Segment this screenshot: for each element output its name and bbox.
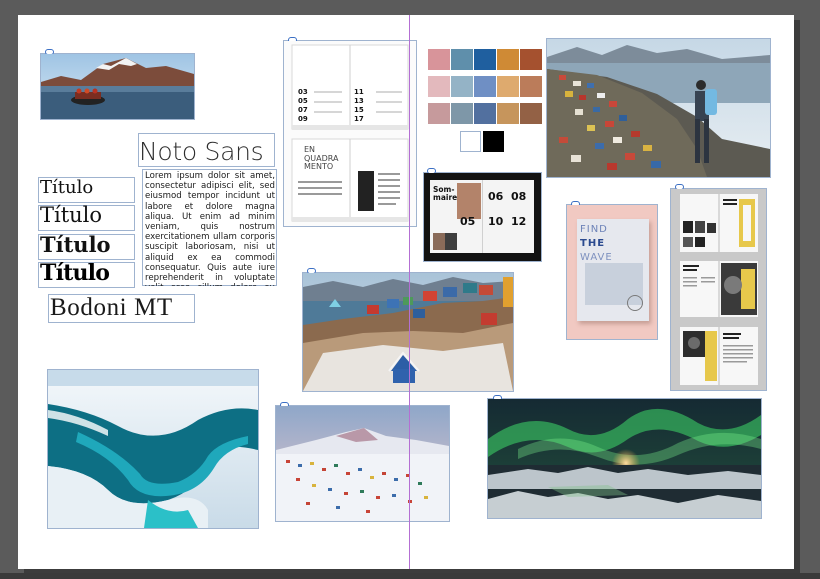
palette-swatch[interactable] [520,76,542,97]
palette-swatch[interactable] [451,103,473,124]
toc-left-numbers: 03 05 07 09 [298,88,308,124]
toc-number: 09 [298,115,308,123]
page-shadow [794,20,800,572]
palette-swatch[interactable] [474,103,496,124]
palette-swatch[interactable] [428,76,450,97]
palette-swatch[interactable] [497,49,519,70]
sommaire-photo [457,183,481,219]
sommaire-number: 05 [460,215,476,228]
font-sample-titulo-regular: Título [40,177,94,198]
mockup-find-the-wave: FIND THE WAVE [567,205,657,339]
photo-zodiac-boat [41,54,194,119]
swatch-black[interactable] [483,131,504,152]
mockup-magazine-spreads [671,189,766,390]
sommaire-title: Som- maire [433,186,457,202]
palette-swatch[interactable] [474,49,496,70]
title-line: WAVE [580,252,613,263]
toc-number: 11 [354,88,364,96]
palette-swatch[interactable] [520,103,542,124]
sommaire-number: 12 [511,215,527,228]
toc-number: 13 [354,97,364,105]
body-text-lorem: Lorem ipsum dolor sit amet, consectetur … [145,171,275,286]
palette-swatch[interactable] [497,76,519,97]
sommaire-number: 06 [488,190,504,203]
font-sample-titulo-bold: Título [40,232,111,257]
font-sample-bodoni-mt: Bodoni MT [50,294,173,321]
photo-greenland-village [303,273,513,391]
mockup-sommaire: Som- maire 06 08 05 10 12 [424,173,541,261]
sommaire-gutter [482,180,483,253]
sommaire-number: 10 [488,215,504,228]
palette-swatch[interactable] [428,103,450,124]
palette-swatch[interactable] [474,76,496,97]
sommaire-photo-small [445,233,457,250]
photo-hiker-village [547,39,770,177]
toc-number: 03 [298,88,308,96]
palette-swatch[interactable] [451,49,473,70]
toc-number: 07 [298,106,308,114]
enquadramento-title: EN QUADRA MENTO [304,145,339,172]
status-bar [0,573,820,579]
palette-swatch[interactable] [428,49,450,70]
toc-number: 05 [298,97,308,105]
sommaire-number: 08 [511,190,527,203]
toc-number: 17 [354,115,364,123]
photo-snowy-village [276,406,449,521]
font-sample-titulo-medium: Título [40,203,103,227]
font-sample-titulo-black: Título [40,260,110,286]
find-the-wave-title: FIND THE WAVE [580,223,613,265]
cover-stamp [627,295,643,311]
title-line: maire [433,193,458,202]
page-spread-guide [409,15,410,569]
toc-number: 15 [354,106,364,114]
title-line: FIND [580,224,608,235]
photo-aurora [488,399,761,518]
title-line: MENTO [304,162,334,171]
swatch-white[interactable] [460,131,481,152]
title-line: THE [580,238,606,249]
photo-glacier-canyon [48,370,258,528]
palette-swatch[interactable] [451,76,473,97]
palette-swatch[interactable] [520,49,542,70]
font-sample-noto-sans: Noto Sans [139,137,264,166]
palette-swatch[interactable] [497,103,519,124]
mockup-table-of-contents [284,41,416,226]
toc-right-numbers: 11 13 15 17 [354,88,364,124]
